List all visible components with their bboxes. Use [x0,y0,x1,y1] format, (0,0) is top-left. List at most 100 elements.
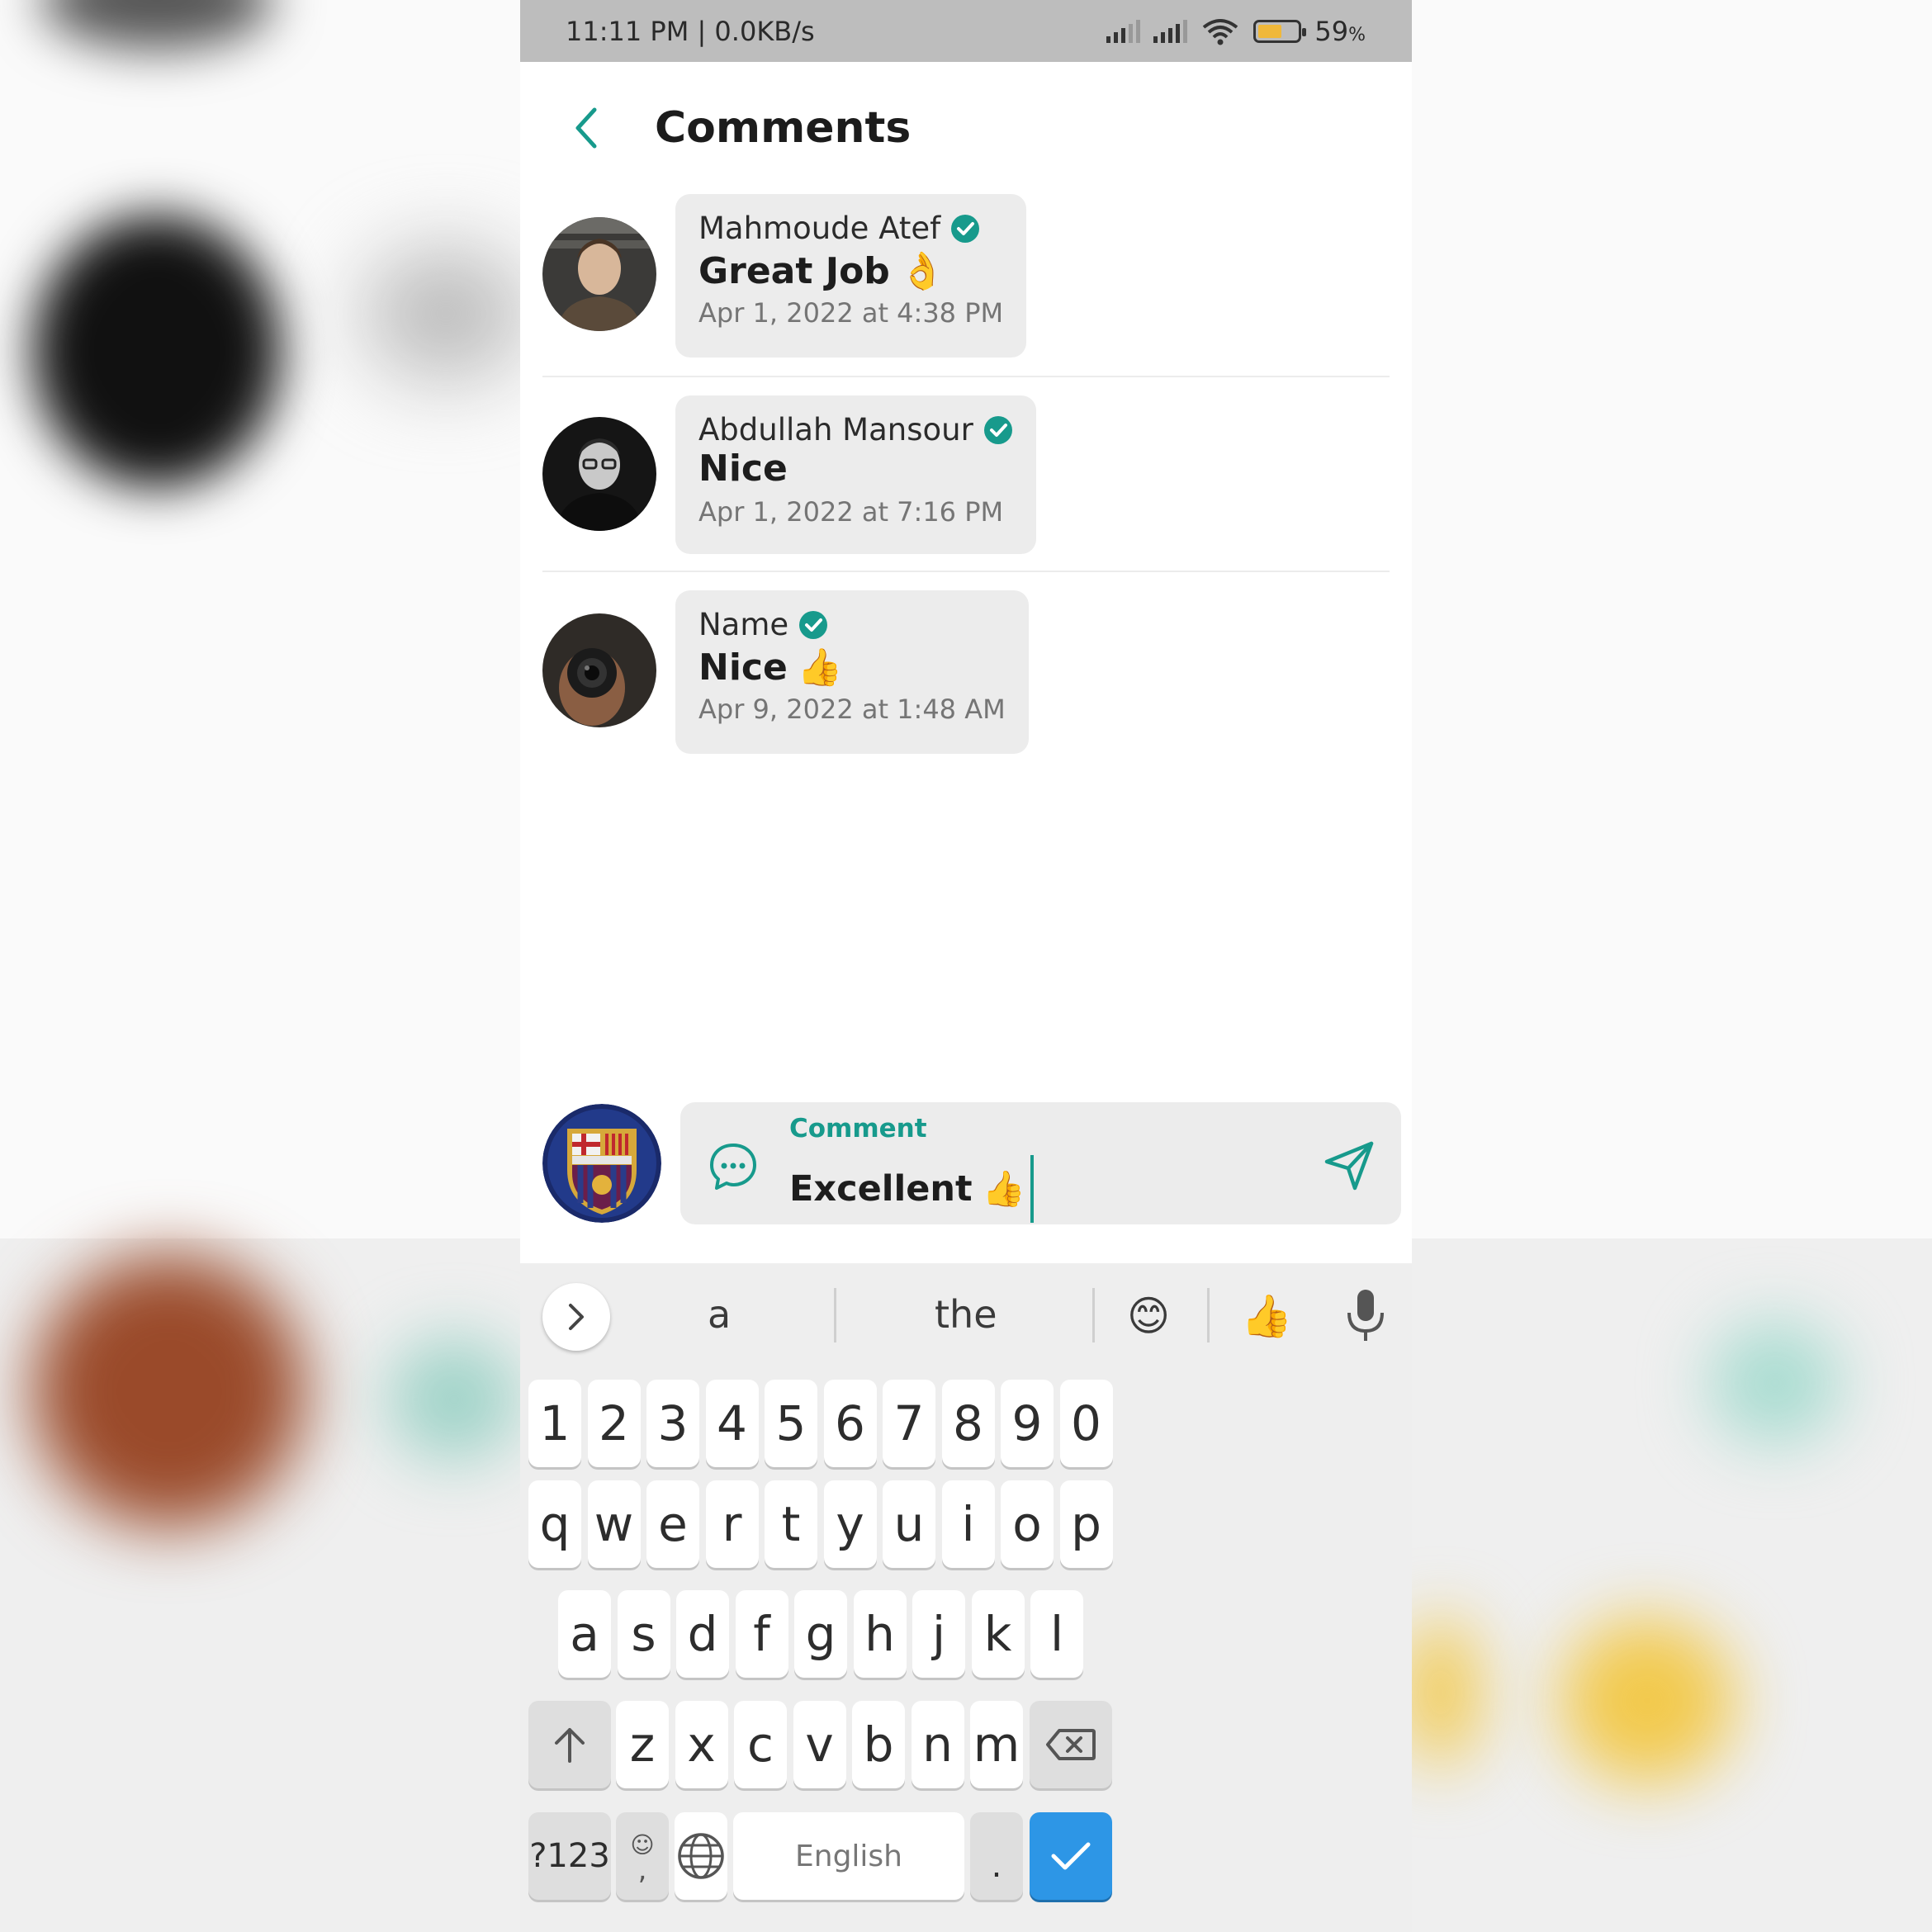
comment-author: Abdullah Mansour [698,412,973,447]
on-screen-keyboard: a the 😊 👍 1234567890qwertyuiopasdfghjklz… [520,1263,1412,1932]
key-f[interactable]: f [735,1590,788,1678]
suggestion-word[interactable]: a [708,1292,731,1337]
key-a[interactable]: a [558,1590,611,1678]
avatar [542,217,656,331]
chevron-left-icon [575,107,597,149]
key-n[interactable]: n [911,1701,964,1788]
key-m[interactable]: m [970,1701,1023,1788]
key-p[interactable]: p [1059,1480,1113,1568]
text-caret [1030,1155,1034,1223]
comment-author: Name [698,607,789,642]
comment-input[interactable]: Comment Excellent 👍 [680,1102,1401,1224]
symbols-key[interactable]: ?123 [528,1812,611,1900]
comment-emoji: 👌 [899,250,945,292]
battery-icon [1253,19,1307,43]
status-bar: 11:11 PM | 0.0KB/s 59% [520,0,1412,62]
battery-percent: 59% [1314,15,1366,47]
key-1[interactable]: 1 [528,1380,581,1467]
suggestion-word[interactable]: the [935,1292,997,1337]
language-key[interactable] [675,1812,727,1900]
key-d[interactable]: d [676,1590,729,1678]
comma-label: , [637,1853,647,1887]
comment-text: Nice [698,447,788,490]
emoji-comma-key[interactable]: ☺, [616,1812,669,1900]
comment-item: Name Nice 👍 Apr 9, 2022 at 1:48 AM [520,590,1412,754]
key-v[interactable]: v [793,1701,846,1788]
enter-key[interactable] [1030,1812,1112,1900]
key-w[interactable]: w [587,1480,641,1568]
page-title: Comments [655,103,912,153]
key-3[interactable]: 3 [646,1380,699,1467]
key-t[interactable]: t [765,1480,817,1568]
shift-key[interactable] [528,1701,611,1788]
key-u[interactable]: u [883,1480,935,1568]
key-o[interactable]: o [1001,1480,1054,1568]
chevron-right-icon [569,1304,584,1330]
key-q[interactable]: q [528,1480,581,1568]
comment-bubble: Name Nice 👍 Apr 9, 2022 at 1:48 AM [675,590,1029,754]
avatar [542,613,656,727]
shift-arrow-icon [555,1728,585,1763]
expand-toolbar-button[interactable] [542,1283,610,1351]
key-k[interactable]: k [971,1590,1025,1678]
comment-author-row: Abdullah Mansour [698,412,1013,447]
key-2[interactable]: 2 [587,1380,641,1467]
space-key[interactable]: English [733,1812,964,1900]
verified-badge-icon [951,214,980,243]
divider [1092,1288,1095,1342]
key-x[interactable]: x [675,1701,728,1788]
space-key-label: English [795,1839,902,1873]
suggestion-emoji[interactable]: 👍 [1241,1292,1292,1341]
current-user-avatar [542,1104,661,1223]
app-bar: Comments [520,62,1412,194]
comment-author: Mahmoude Atef [698,211,941,246]
period-key[interactable]: . [970,1812,1023,1900]
suggestion-bar: a the 😊 👍 [520,1263,1412,1366]
comment-author-row: Mahmoude Atef [698,211,1003,246]
key-g[interactable]: g [794,1590,847,1678]
comment-text-row: Great Job 👌 [698,249,1003,293]
send-icon[interactable] [1320,1137,1378,1195]
key-j[interactable]: j [912,1590,965,1678]
comment-text: Nice [698,646,788,689]
key-9[interactable]: 9 [1001,1380,1054,1467]
avatar [542,417,656,531]
microphone-icon[interactable] [1344,1288,1387,1342]
divider [1207,1288,1210,1342]
comment-text: Great Job [698,249,890,292]
suggestion-emoji[interactable]: 😊 [1127,1292,1170,1340]
comment-list: Mahmoude Atef Great Job 👌 Apr 1, 2022 at… [520,194,1412,754]
chat-bubble-icon [710,1144,756,1190]
comment-text-row: Nice 👍 [698,646,1006,689]
key-c[interactable]: c [734,1701,787,1788]
comment-field-value[interactable]: Excellent 👍 [789,1155,1034,1223]
comment-timestamp: Apr 1, 2022 at 7:16 PM [698,496,1004,528]
divider [542,571,1390,572]
key-e[interactable]: e [646,1480,699,1568]
key-4[interactable]: 4 [705,1380,759,1467]
comment-timestamp: Apr 1, 2022 at 4:38 PM [698,297,1004,329]
key-6[interactable]: 6 [823,1380,877,1467]
key-5[interactable]: 5 [765,1380,817,1467]
back-button[interactable] [553,95,619,161]
key-0[interactable]: 0 [1059,1380,1113,1467]
key-8[interactable]: 8 [941,1380,995,1467]
key-b[interactable]: b [852,1701,905,1788]
comment-timestamp: Apr 9, 2022 at 1:48 AM [698,694,1006,725]
key-y[interactable]: y [823,1480,877,1568]
divider [542,376,1390,377]
backspace-key[interactable] [1030,1701,1112,1788]
key-r[interactable]: r [705,1480,759,1568]
verified-badge-icon [983,415,1012,444]
key-z[interactable]: z [616,1701,669,1788]
status-time: 11:11 PM | 0.0KB/s [566,15,815,47]
key-7[interactable]: 7 [883,1380,935,1467]
key-h[interactable]: h [853,1590,907,1678]
signal-icon [1106,19,1141,43]
verified-badge-icon [799,610,828,639]
key-l[interactable]: l [1030,1590,1083,1678]
comment-author-row: Name [698,607,1006,642]
checkmark-icon [1051,1842,1091,1870]
key-s[interactable]: s [617,1590,670,1678]
key-i[interactable]: i [941,1480,995,1568]
